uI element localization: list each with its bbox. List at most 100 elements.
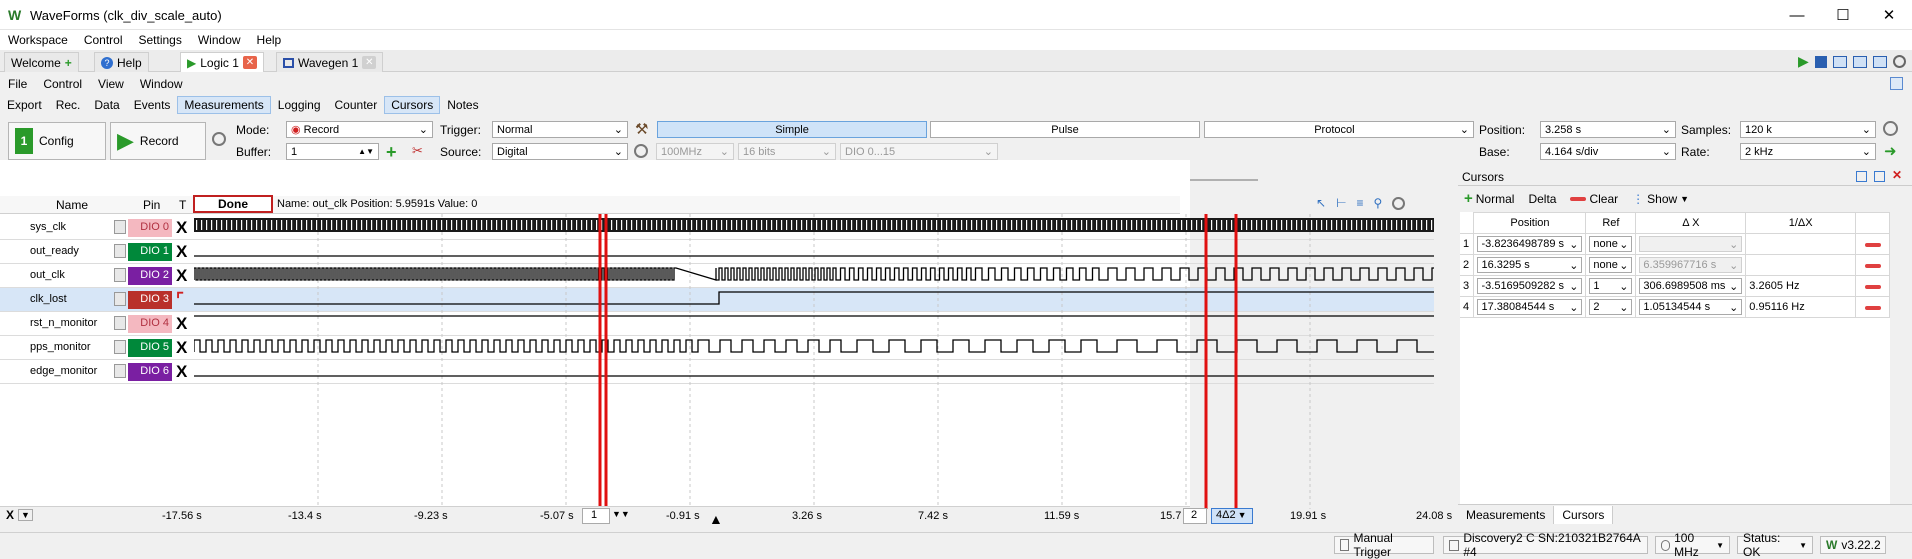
position-select[interactable]: 3.258 s ⌄ xyxy=(1540,121,1676,138)
toolbar-notes[interactable]: Notes xyxy=(440,96,485,114)
submenu-window[interactable]: Window xyxy=(132,76,191,92)
cursor-delta-cell[interactable]: 1.05134544 s ⌄ xyxy=(1635,296,1747,318)
cursor-position-cell[interactable]: 16.3295 s ⌄ xyxy=(1473,254,1587,276)
cursor-position-cell[interactable]: -3.8236498789 s ⌄ xyxy=(1473,233,1587,255)
base-select[interactable]: 4.164 s/div ⌄ xyxy=(1540,143,1676,160)
settings-gear-icon[interactable] xyxy=(1892,55,1906,68)
dock-icon[interactable] xyxy=(1890,77,1903,90)
config-button[interactable]: 1 Config xyxy=(8,122,106,160)
version-button[interactable]: Wv3.22.2 xyxy=(1820,536,1886,554)
add-delta-cursor-button[interactable]: Delta xyxy=(1528,192,1556,206)
submenu-file[interactable]: File xyxy=(0,76,35,92)
signal-edit-icon[interactable] xyxy=(114,364,126,378)
toolbar-export[interactable]: Export xyxy=(0,96,49,114)
rising-edge-trigger-icon[interactable]: ⌜ xyxy=(176,290,184,310)
layout-split-icon[interactable] xyxy=(1872,55,1887,68)
menu-control[interactable]: Control xyxy=(76,31,131,49)
toolbar-measurements[interactable]: Measurements xyxy=(177,96,271,114)
panel-restore-icon[interactable] xyxy=(1856,171,1867,182)
remove-cursor-icon[interactable] xyxy=(1864,306,1881,310)
signal-edit-icon[interactable] xyxy=(114,220,126,234)
remove-cursor-icon[interactable] xyxy=(1864,264,1881,268)
trigger-none-icon[interactable]: X xyxy=(176,314,187,334)
tab-cursors[interactable]: Cursors xyxy=(1554,505,1614,524)
chevron-down-icon[interactable]: ▼ xyxy=(1238,510,1247,520)
cursors-scrollbar[interactable] xyxy=(1894,212,1906,502)
clear-buffer-icon[interactable]: ✂ xyxy=(412,143,423,159)
submenu-control[interactable]: Control xyxy=(35,76,90,92)
toolbar-cursors[interactable]: Cursors xyxy=(384,96,441,114)
tab-measurements[interactable]: Measurements xyxy=(1458,505,1555,524)
signal-edit-icon[interactable] xyxy=(114,268,126,282)
buffer-stepper[interactable]: 1 ▲▼ xyxy=(286,143,379,160)
run-all-icon[interactable]: ▶ xyxy=(1798,53,1809,70)
signal-edit-icon[interactable] xyxy=(114,292,126,306)
layout-cascade-icon[interactable] xyxy=(1832,55,1847,68)
tab-wavegen-1[interactable]: Wavegen 1 ✕ xyxy=(276,52,384,72)
record-button[interactable]: ▶ Record xyxy=(110,122,206,160)
close-tab-icon[interactable]: ✕ xyxy=(242,56,257,69)
signal-edit-icon[interactable] xyxy=(114,244,126,258)
align-tool-icon[interactable]: ≡ xyxy=(1357,196,1364,210)
signal-edit-icon[interactable] xyxy=(114,340,126,354)
cursor-delta-cell[interactable]: 306.6989508 ms ⌄ xyxy=(1635,275,1747,297)
manual-trigger-button[interactable]: Manual Trigger xyxy=(1334,531,1434,559)
panel-maximize-icon[interactable] xyxy=(1874,171,1885,182)
toolbar-events[interactable]: Events xyxy=(127,96,178,114)
measure-tool-icon[interactable]: ⊢ xyxy=(1336,196,1346,210)
cursor-ref-cell[interactable]: 2 ⌄ xyxy=(1585,296,1637,318)
cursor-position-cell[interactable]: 17.38084544 s ⌄ xyxy=(1473,296,1587,318)
cursor-tool-icon[interactable]: ↖ xyxy=(1316,196,1326,210)
device-selector[interactable]: Discovery2 C SN:210321B2764A #4 xyxy=(1443,531,1648,559)
cursor-4-box[interactable]: 4Δ2 ▼ xyxy=(1211,508,1253,524)
remove-cursor-icon[interactable] xyxy=(1864,243,1881,247)
device-status[interactable]: Status: OK ▼ xyxy=(1737,531,1813,559)
menu-window[interactable]: Window xyxy=(190,31,249,49)
tab-help[interactable]: ? Help xyxy=(94,52,149,72)
panel-close-icon[interactable]: ✕ xyxy=(1892,168,1902,182)
menu-workspace[interactable]: Workspace xyxy=(0,31,76,49)
maximize-icon[interactable]: ☐ xyxy=(1820,0,1866,30)
trigger-none-icon[interactable]: X xyxy=(176,242,187,262)
add-normal-cursor-button[interactable]: + Normal xyxy=(1464,190,1514,207)
chevron-down-icon[interactable]: ▼ xyxy=(18,509,33,521)
minimize-icon[interactable]: — xyxy=(1774,0,1820,30)
cursor-ref-cell[interactable]: none ⌄ xyxy=(1585,254,1637,276)
trigger-protocol-button[interactable]: Protocol ⌄ xyxy=(1204,121,1474,138)
trigger-none-icon[interactable]: X xyxy=(176,218,187,238)
signal-pin[interactable]: DIO 4 xyxy=(128,315,172,333)
time-settings-icon[interactable] xyxy=(1883,121,1898,136)
trigger-simple-button[interactable]: Simple xyxy=(657,121,927,138)
cursor-remove-cell[interactable] xyxy=(1855,254,1890,276)
cursor-ref-cell[interactable]: none ⌄ xyxy=(1585,233,1637,255)
acquisition-settings-icon[interactable] xyxy=(212,132,226,146)
toolbar-rec[interactable]: Rec. xyxy=(49,96,88,114)
signal-edit-icon[interactable] xyxy=(114,316,126,330)
trigger-none-icon[interactable]: X xyxy=(176,338,187,358)
toolbar-data[interactable]: Data xyxy=(87,96,126,114)
clear-cursors-button[interactable]: Clear xyxy=(1570,192,1618,206)
samples-select[interactable]: 120 k ⌄ xyxy=(1740,121,1876,138)
cursor-position-cell[interactable]: -3.5169509282 s ⌄ xyxy=(1473,275,1587,297)
rate-select[interactable]: 2 kHz ⌄ xyxy=(1740,143,1876,160)
trigger-none-icon[interactable]: X xyxy=(176,266,187,286)
stepper-icon[interactable]: ▲▼ xyxy=(358,147,374,156)
menu-settings[interactable]: Settings xyxy=(131,31,190,49)
close-icon[interactable]: ✕ xyxy=(1866,0,1912,30)
clock-selector[interactable]: 100 MHz ▼ xyxy=(1655,531,1730,559)
tab-welcome[interactable]: Welcome + xyxy=(4,52,79,72)
add-icon[interactable]: + xyxy=(65,56,72,70)
apply-arrow-icon[interactable]: ➜ xyxy=(1884,142,1897,160)
trigger-pulse-button[interactable]: Pulse xyxy=(930,121,1200,138)
axis-selector[interactable]: X ▼ xyxy=(6,508,33,522)
hammer-icon[interactable]: ⚒ xyxy=(635,120,648,138)
close-tab-icon[interactable]: ✕ xyxy=(362,56,377,69)
mode-select[interactable]: ◉ Record ⌄ xyxy=(286,121,433,138)
source-select[interactable]: Digital ⌄ xyxy=(492,143,628,160)
menu-help[interactable]: Help xyxy=(249,31,290,49)
trigger-select[interactable]: Normal ⌄ xyxy=(492,121,628,138)
waveform-scrollbar[interactable] xyxy=(1438,196,1450,506)
stop-all-icon[interactable] xyxy=(1814,55,1827,68)
signal-pin[interactable]: DIO 0 xyxy=(128,219,172,237)
remove-cursor-icon[interactable] xyxy=(1864,285,1881,289)
